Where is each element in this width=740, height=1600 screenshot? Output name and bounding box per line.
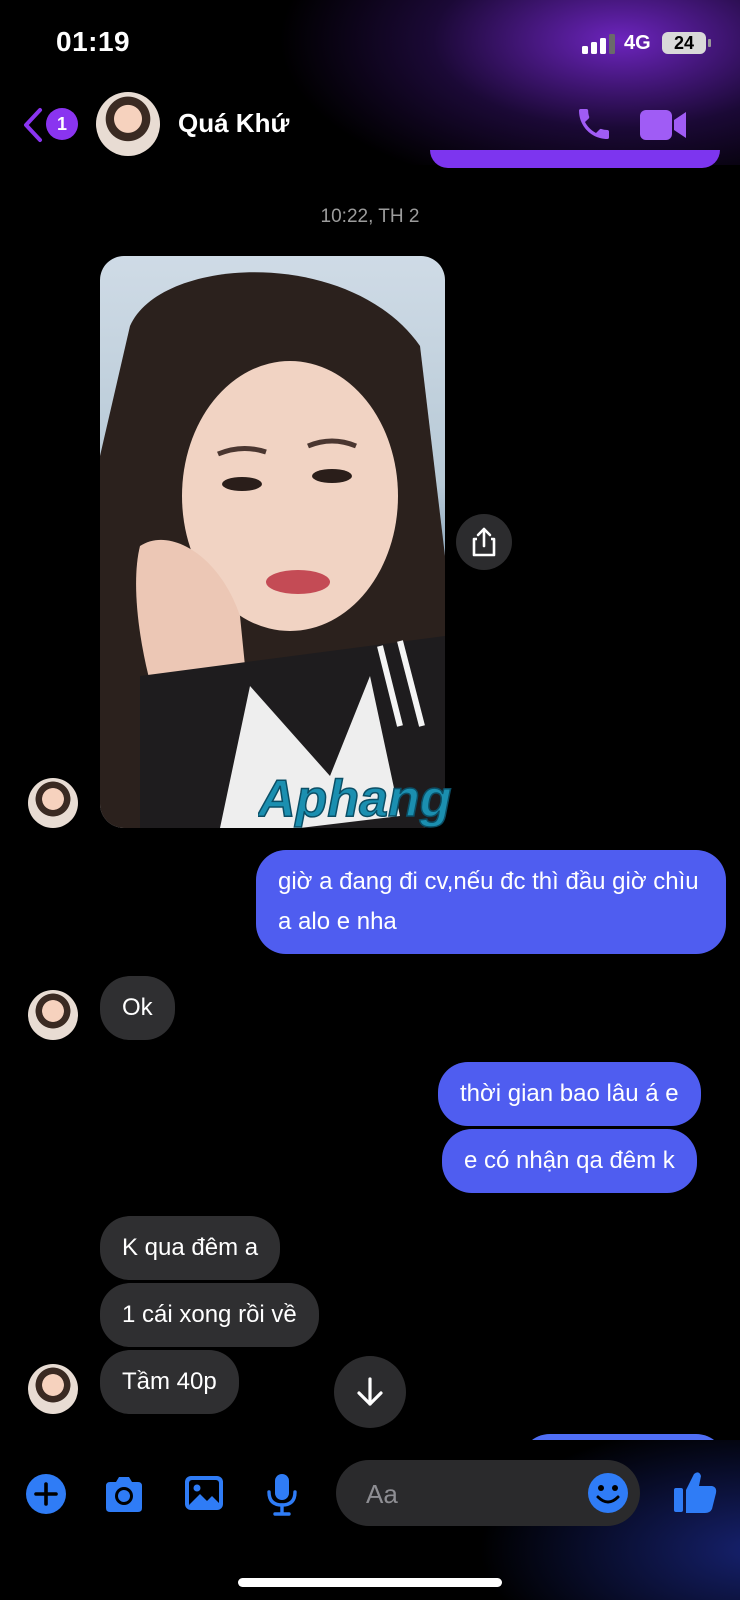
image-icon[interactable] bbox=[182, 1472, 226, 1516]
scroll-to-bottom-button[interactable] bbox=[334, 1356, 406, 1428]
incoming-message[interactable]: 1 cái xong rồi về bbox=[100, 1283, 319, 1347]
share-icon bbox=[472, 527, 496, 557]
battery-tip bbox=[708, 39, 711, 47]
network-label: 4G bbox=[624, 32, 651, 54]
sender-avatar[interactable] bbox=[28, 778, 78, 828]
svg-text:Aphang: Aphang bbox=[258, 770, 452, 828]
signal-icon bbox=[582, 34, 615, 54]
status-time: 01:19 bbox=[56, 26, 131, 57]
contact-name[interactable]: Quá Khứ bbox=[178, 108, 289, 139]
previous-message-edge bbox=[430, 150, 720, 168]
incoming-message[interactable]: Ok bbox=[100, 976, 175, 1040]
photo-message[interactable] bbox=[100, 256, 445, 828]
unread-badge: 1 bbox=[46, 108, 78, 140]
outgoing-message[interactable]: giờ a đang đi cv,nếu đc thì đầu giờ chìu… bbox=[256, 850, 726, 954]
outgoing-message[interactable]: thời gian bao lâu á e bbox=[438, 1062, 701, 1126]
microphone-icon[interactable] bbox=[260, 1472, 304, 1516]
plus-circle-icon[interactable] bbox=[24, 1472, 68, 1516]
camera-icon[interactable] bbox=[102, 1472, 146, 1516]
battery-indicator: 24 bbox=[662, 32, 706, 54]
outgoing-message[interactable]: e có nhận qa đêm k bbox=[442, 1129, 697, 1193]
emoji-icon[interactable] bbox=[586, 1471, 630, 1515]
phone-icon[interactable] bbox=[574, 104, 614, 144]
message-input[interactable] bbox=[364, 1472, 578, 1516]
thumbs-up-icon[interactable] bbox=[672, 1468, 718, 1516]
arrow-down-icon bbox=[357, 1377, 383, 1406]
chevron-left-icon bbox=[24, 108, 42, 142]
timestamp: 10:22, TH 2 bbox=[320, 206, 420, 227]
contact-avatar[interactable] bbox=[96, 92, 160, 156]
home-indicator bbox=[238, 1578, 502, 1587]
incoming-message[interactable]: Tầm 40p bbox=[100, 1350, 239, 1414]
sender-avatar[interactable] bbox=[28, 990, 78, 1040]
share-button[interactable] bbox=[456, 514, 512, 570]
incoming-message[interactable]: K qua đêm a bbox=[100, 1216, 281, 1280]
video-camera-icon[interactable] bbox=[640, 108, 688, 142]
watermark-logo: Aphang A bbox=[258, 769, 452, 828]
photo-image bbox=[100, 272, 445, 828]
sender-avatar[interactable] bbox=[28, 1364, 78, 1414]
